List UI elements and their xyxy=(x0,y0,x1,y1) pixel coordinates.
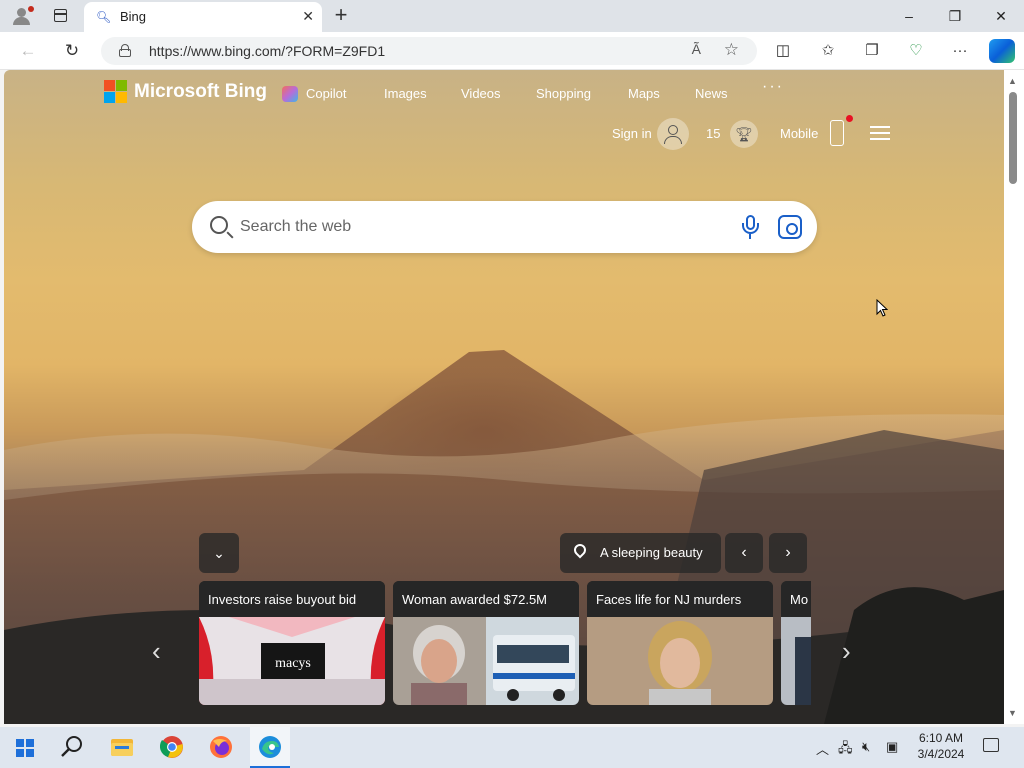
tab-bing[interactable]: 🔍︎ Bing ✕ xyxy=(84,2,322,32)
location-pin-icon xyxy=(571,541,589,559)
microsoft-bing-logo[interactable]: Microsoft Bing xyxy=(104,80,267,106)
browser-essentials-icon[interactable]: ♡ xyxy=(904,40,928,62)
settings-more-icon[interactable]: ··· xyxy=(948,40,972,62)
news-card[interactable]: Faces life for NJ murders xyxy=(587,581,773,705)
address-bar[interactable]: https://www.bing.com/?FORM=Z9FD1 Ã ☆ xyxy=(101,37,757,65)
next-image-button[interactable]: › xyxy=(769,533,807,573)
volume-muted-icon[interactable]: 🔇︎ xyxy=(862,739,870,755)
scroll-down-icon[interactable]: ▼ xyxy=(1008,708,1017,718)
notification-dot xyxy=(846,115,853,122)
scrollbar-thumb[interactable] xyxy=(1009,92,1017,184)
read-aloud-icon[interactable]: Ã xyxy=(692,41,701,57)
copilot-icon[interactable] xyxy=(282,86,298,102)
firefox-icon[interactable] xyxy=(209,735,233,759)
macys-logo-text: macys xyxy=(275,656,311,671)
url-text[interactable]: https://www.bing.com/?FORM=Z9FD1 xyxy=(149,43,385,59)
news-prev-arrow-icon[interactable]: ‹ xyxy=(152,636,161,667)
collections-icon[interactable]: ❐ xyxy=(860,40,884,62)
show-hidden-icons-icon[interactable]: ︿ xyxy=(816,739,829,758)
search-icon xyxy=(210,216,228,234)
hamburger-menu-icon[interactable] xyxy=(870,126,890,140)
system-clock[interactable]: 6:10 AM 3/4/2024 xyxy=(906,730,976,762)
image-title: A sleeping beauty xyxy=(600,545,703,560)
address-bar-row: ← ↻ https://www.bing.com/?FORM=Z9FD1 Ã … xyxy=(0,32,1024,70)
rewards-trophy-icon[interactable]: 🏆︎ xyxy=(730,120,758,148)
lock-icon[interactable] xyxy=(119,44,131,57)
nav-shopping[interactable]: Shopping xyxy=(536,86,591,101)
file-explorer-icon[interactable] xyxy=(110,735,134,759)
image-info-button[interactable]: A sleeping beauty xyxy=(560,533,721,573)
split-screen-icon[interactable]: ◫ xyxy=(771,40,795,62)
mobile-link[interactable]: Mobile xyxy=(780,126,818,141)
previous-image-button[interactable]: ‹ xyxy=(725,533,763,573)
mobile-phone-icon[interactable] xyxy=(830,120,844,146)
clock-time: 6:10 AM xyxy=(918,731,964,745)
news-card-title: Mo xyxy=(781,581,811,617)
close-tab-icon[interactable]: ✕ xyxy=(302,8,314,25)
title-bar: 🔍︎ Bing ✕ + – ❐ ✕ xyxy=(0,0,1024,32)
search-input[interactable] xyxy=(240,214,720,240)
bing-homepage: Microsoft Bing Copilot Images Videos Sho… xyxy=(4,70,1004,724)
nav-images[interactable]: Images xyxy=(384,86,427,101)
windows-start-icon[interactable] xyxy=(16,739,34,757)
rewards-points[interactable]: 15 xyxy=(706,126,720,141)
sign-in-link[interactable]: Sign in xyxy=(612,126,652,141)
refresh-icon[interactable]: ↻ xyxy=(60,40,84,62)
news-card-title: Woman awarded $72.5M xyxy=(393,581,579,617)
more-nav-icon[interactable]: ··· xyxy=(762,78,784,96)
chrome-icon[interactable] xyxy=(160,735,184,759)
windows-taskbar: ︿ 🖧︎ 🔇︎ ▣ 6:10 AM 3/4/2024 xyxy=(0,727,1024,768)
search-icon[interactable] xyxy=(60,735,84,759)
news-card-image xyxy=(781,617,811,705)
edge-icon[interactable] xyxy=(258,735,282,759)
news-next-arrow-icon[interactable]: › xyxy=(842,636,851,667)
device-icon[interactable]: ▣ xyxy=(886,739,898,755)
news-card[interactable]: Woman awarded $72.5M xyxy=(393,581,579,705)
notification-center-icon[interactable] xyxy=(983,738,999,752)
visual-search-icon[interactable] xyxy=(778,215,802,239)
minimize-button[interactable]: – xyxy=(886,0,932,32)
news-card-title: Investors raise buyout bid xyxy=(199,581,385,617)
clock-date: 3/4/2024 xyxy=(917,747,965,761)
page-scrollbar[interactable]: ▲ ▼ xyxy=(1004,70,1024,724)
news-card-image: macys xyxy=(199,617,385,705)
search-box[interactable] xyxy=(192,201,817,253)
news-card[interactable]: Investors raise buyout bid macys xyxy=(199,581,385,705)
user-avatar-icon[interactable] xyxy=(657,118,689,150)
tab-title: Bing xyxy=(120,9,147,24)
chevron-down-button[interactable]: ⌄ xyxy=(199,533,239,573)
tab-actions-icon[interactable] xyxy=(48,6,72,26)
copilot-sidebar-icon[interactable] xyxy=(989,39,1015,63)
nav-copilot[interactable]: Copilot xyxy=(306,86,346,101)
bing-search-favicon-icon: 🔍︎ xyxy=(96,10,112,24)
favorite-star-icon[interactable]: ☆ xyxy=(724,40,739,60)
news-card-image xyxy=(587,617,773,705)
news-card[interactable]: Mo xyxy=(781,581,811,705)
logo-text: Microsoft Bing xyxy=(134,81,267,102)
new-tab-button[interactable]: + xyxy=(330,4,352,26)
profile-icon[interactable] xyxy=(8,4,36,28)
scroll-up-icon[interactable]: ▲ xyxy=(1008,76,1017,86)
restore-button[interactable]: ❐ xyxy=(932,0,978,32)
nav-maps[interactable]: Maps xyxy=(628,86,660,101)
nav-videos[interactable]: Videos xyxy=(461,86,501,101)
news-card-image xyxy=(393,617,579,705)
nav-news[interactable]: News xyxy=(695,86,728,101)
favorites-icon[interactable]: ✩ xyxy=(816,40,840,62)
mouse-cursor-icon xyxy=(876,299,888,317)
close-window-button[interactable]: ✕ xyxy=(978,0,1024,32)
back-arrow-icon[interactable]: ← xyxy=(16,40,40,62)
microphone-icon[interactable] xyxy=(742,215,759,239)
news-card-title: Faces life for NJ murders xyxy=(587,581,773,617)
network-icon[interactable]: 🖧︎ xyxy=(838,739,853,761)
news-carousel: Investors raise buyout bid macys Woman a… xyxy=(199,581,811,705)
